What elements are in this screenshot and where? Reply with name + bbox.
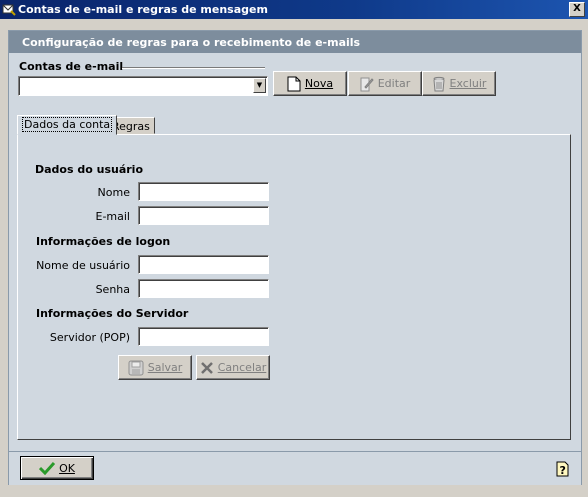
help-icon[interactable]: ? [554,460,570,478]
section-divider [122,67,265,69]
header-title: Configuração de regras para o recebiment… [22,36,361,49]
excluir-label: Excluir [449,77,487,90]
cancel-x-icon [200,361,213,374]
username-label: Nome de usuário [36,259,130,272]
editar-button[interactable]: Editar [348,71,422,96]
salvar-label: Salvar [147,361,183,374]
cancelar-label: Cancelar [217,361,267,374]
nome-field[interactable] [138,182,269,201]
senha-label: Senha [95,283,130,296]
header-band: Configuração de regras para o recebiment… [9,31,581,53]
salvar-button[interactable]: Salvar [118,355,192,380]
email-label: E-mail [95,210,131,223]
edit-icon [360,77,374,91]
close-button[interactable]: X [569,2,585,17]
email-field[interactable] [138,206,269,225]
accounts-section-label: Contas de e-mail [19,60,124,73]
window-titlebar: Contas de e-mail e regras de mensagem X [0,0,588,19]
tab-page-dados-da-conta: Dados do usuário Nome E-mail Informações… [17,134,571,440]
editar-label: Editar [377,77,411,90]
chevron-down-icon[interactable]: ▼ [253,78,266,93]
tab-dados-da-conta-label: Dados da conta [22,117,113,132]
tab-dados-da-conta[interactable]: Dados da conta [17,115,118,135]
server-section-title: Informações do Servidor [36,307,189,320]
nome-label: Nome [97,186,130,199]
trash-icon [433,76,445,91]
accounts-combo[interactable]: ▼ [18,76,268,96]
tab-regras-label: Regras [112,120,150,133]
mail-rules-icon [2,4,16,16]
main-panel: Configuração de regras para o recebiment… [8,30,582,485]
excluir-button[interactable]: Excluir [422,71,496,96]
window-title: Contas de e-mail e regras de mensagem [18,3,268,16]
username-field[interactable] [138,255,269,274]
ok-button[interactable]: OK [20,456,94,480]
new-document-icon [287,76,301,91]
logon-section-title: Informações de logon [36,235,171,248]
footer-bar: OK ? [9,451,581,485]
nova-label: Nova [304,77,334,90]
pop-field[interactable] [138,327,269,346]
user-section-title: Dados do usuário [35,163,144,176]
save-icon [128,360,144,375]
senha-field[interactable] [138,279,269,298]
svg-text:?: ? [560,464,566,477]
ok-label: OK [59,461,75,475]
checkmark-icon [39,461,56,475]
cancelar-button[interactable]: Cancelar [196,355,270,380]
nova-button[interactable]: Nova [273,71,347,96]
pop-label: Servidor (POP) [49,331,130,344]
